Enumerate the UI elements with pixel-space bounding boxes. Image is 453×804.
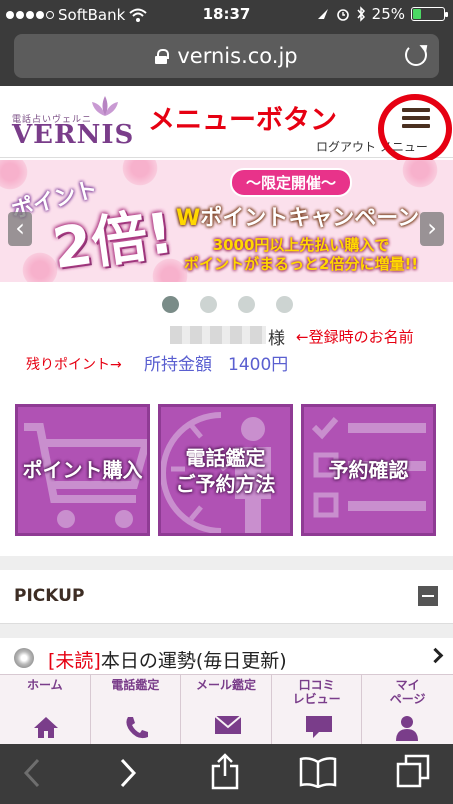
reload-icon[interactable] [405,44,427,66]
campaign-banner[interactable]: 〜限定開催〜 ポイント 2倍! Wポイントキャンペーン 3000円以上先払い購入… [0,160,453,282]
status-bar: SoftBank 18:37 25% [0,0,453,30]
banner-description: 3000円以上先払い購入で ポイントがまるっと2倍分に増量!! [184,236,418,274]
points-annotation: 残りポイント→ [26,357,122,373]
nav-review-line2: レビュー [292,692,341,706]
unread-tag: [未読] [48,650,101,672]
slide-dot[interactable] [276,296,293,313]
balance-label: 所持金額 [144,355,212,375]
campaign-w: W [176,206,201,231]
name-annotation: ←登録時のお名前 [296,328,414,346]
alarm-icon [336,9,349,21]
honorific-text: 様 [268,329,285,349]
pickup-item-text: [未読]本日の運勢(毎日更新) [48,646,287,673]
phone-reservation-label: 電話鑑定 ご予約方法 [161,445,290,497]
bottom-nav: ホーム 電話鑑定 メール鑑定 口コミ レビュー マイ ページ [0,674,453,745]
section-divider [0,624,453,638]
nav-phone-label: 電話鑑定 [111,678,160,692]
address-bar[interactable]: vernis.co.jp [14,34,439,78]
username-redacted [170,326,266,344]
point-purchase-label: ポイント購入 [22,458,143,482]
banner-desc-line2: ポイントがまるっと2倍分に増量!! [184,255,419,273]
reservation-check-label: 予約確認 [328,458,409,482]
banner-next-button[interactable]: › [420,212,444,246]
nav-mail-label: メール鑑定 [195,678,256,692]
banner-double-text: 2倍! [48,200,178,282]
share-icon[interactable] [210,752,240,790]
lock-rotation-icon [317,9,328,19]
nav-home[interactable]: ホーム [0,675,91,745]
forward-icon[interactable] [118,758,138,788]
slide-dot[interactable] [162,296,179,313]
phone-reservation-tile[interactable]: 電話鑑定 ご予約方法 [158,404,293,536]
point-purchase-tile[interactable]: ポイント購入 [15,404,150,536]
balance-value: 1400円 [228,355,289,375]
nav-home-label: ホーム [26,678,63,692]
site-logo[interactable]: 電話占いヴェルニ VERNIS [12,92,135,152]
pickup-item-title: 本日の運勢(毎日更新) [100,650,287,672]
nav-mail[interactable]: メール鑑定 [181,675,272,745]
nav-review[interactable]: 口コミ レビュー [272,675,363,745]
campaign-text: ポイントキャンペーン [200,206,420,231]
lotus-icon [92,96,118,116]
bookmarks-icon[interactable] [298,756,338,788]
banner-campaign-title: Wポイントキャンペーン [176,200,419,232]
nav-review-line1: 口コミ [298,678,335,692]
phone-reservation-line1: 電話鑑定 [185,446,266,470]
logo-text: VERNIS [12,120,135,150]
battery-percent: 25% [371,5,405,23]
balance-line: 所持金額 1400円 [144,350,288,375]
chevron-right-icon [427,647,444,664]
status-right-group: 25% [316,5,448,23]
nav-mypage-line1: マイ [395,678,420,692]
annotation-circle [378,94,452,164]
collapse-icon[interactable] [418,586,438,606]
mail-icon [214,715,242,734]
reservation-check-tile[interactable]: 予約確認 [301,404,436,536]
crystal-ball-icon [14,648,34,668]
lock-icon [155,48,170,64]
nav-mypage-line2: ページ [389,692,426,706]
nav-phone[interactable]: 電話鑑定 [91,675,182,745]
banner-prev-button[interactable]: ‹ [8,212,32,246]
section-divider [0,556,453,570]
menu-button-annotation: メニューボタン [148,105,337,136]
person-icon [396,716,419,741]
browser-address-area: vernis.co.jp [0,30,453,86]
pickup-header: PICKUP [0,570,453,624]
nav-mypage[interactable]: マイ ページ [362,675,453,745]
slide-dot[interactable] [238,296,255,313]
back-icon[interactable] [22,758,42,788]
browser-toolbar [0,744,453,804]
banner-desc-line1: 3000円以上先払い購入で [212,236,390,254]
pickup-title: PICKUP [14,586,85,606]
phone-reservation-line2: ご予約方法 [175,472,276,496]
chat-icon [305,716,332,738]
home-icon [34,717,58,738]
nav-mypage-label: マイ ページ [362,678,453,706]
phone-icon [125,717,148,739]
tabs-icon[interactable] [396,754,430,788]
battery-icon [411,7,448,21]
url-text: vernis.co.jp [177,44,298,68]
pickup-item-fortune[interactable]: [未読]本日の運勢(毎日更新) [0,640,453,674]
slide-indicator [162,296,293,313]
bluetooth-icon [357,6,365,22]
slide-dot[interactable] [200,296,217,313]
nav-review-label: 口コミ レビュー [272,678,362,706]
limited-badge: 〜限定開催〜 [230,168,353,197]
